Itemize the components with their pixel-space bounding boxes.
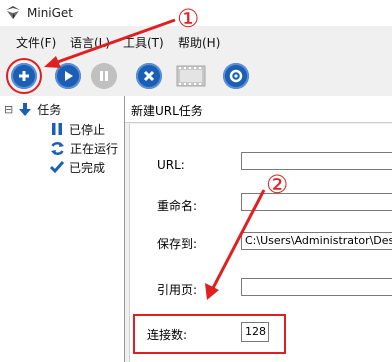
tree-item-completed[interactable]: 已完成 [50,158,105,176]
annotation-highlight-box [133,314,286,354]
referer-input[interactable] [241,278,392,296]
settings-button[interactable] [220,60,252,92]
save-to-label: 保存到: [157,237,198,251]
pause-button[interactable] [88,60,120,92]
menu-tools[interactable]: 工具(T) [123,34,164,51]
menu-file[interactable]: 文件(F) [16,34,56,51]
url-label: URL: [157,158,185,172]
tree-item-label: 已停止 [69,122,106,137]
toolbar [0,56,392,96]
dialog-title: 新建URL任务 [131,104,203,118]
annotation-number-1: ① [177,4,200,33]
app-logo-icon [6,6,20,19]
menu-bar: 文件(F) 语言(L) 工具(T) 帮助(H) [0,30,392,52]
refresh-icon [51,141,64,155]
play-circle-icon [55,63,81,89]
rename-label: 重命名: [157,199,198,213]
delete-button[interactable] [133,60,165,92]
menu-language[interactable]: 语言(L) [70,34,110,51]
annotation-number-2: ② [266,170,289,199]
pause-circle-icon [91,63,117,89]
task-tree: ⊟ 任务 已停止 正在运行 已完成 [0,96,128,362]
x-circle-icon [136,63,162,89]
tree-item-stopped[interactable]: 已停止 [50,120,105,138]
pause-icon [52,123,62,135]
url-input[interactable] [241,152,392,170]
gear-icon [223,63,249,89]
annotation-circle-1 [6,58,42,94]
rename-input[interactable] [241,193,392,211]
tree-item-running[interactable]: 正在运行 [50,139,118,157]
film-icon [176,65,206,87]
window-title: MiniGet [27,6,74,20]
collapse-toggle[interactable]: ⊟ [4,103,13,116]
start-button[interactable] [52,60,84,92]
referer-label: 引用页: [157,283,198,297]
save-path-input[interactable]: C:\Users\Administrator\Deskto [241,232,392,250]
video-button[interactable] [175,60,207,92]
arrow-down-icon [19,102,32,116]
checkmark-icon [50,161,64,174]
tree-root-label: 任务 [37,102,62,117]
dialog-title-bar: 新建URL任务 [125,96,392,123]
tree-item-label: 正在运行 [70,141,119,156]
tree-root[interactable]: ⊟ 任务 [4,100,61,118]
menu-help[interactable]: 帮助(H) [178,34,220,51]
tree-item-label: 已完成 [69,160,106,175]
